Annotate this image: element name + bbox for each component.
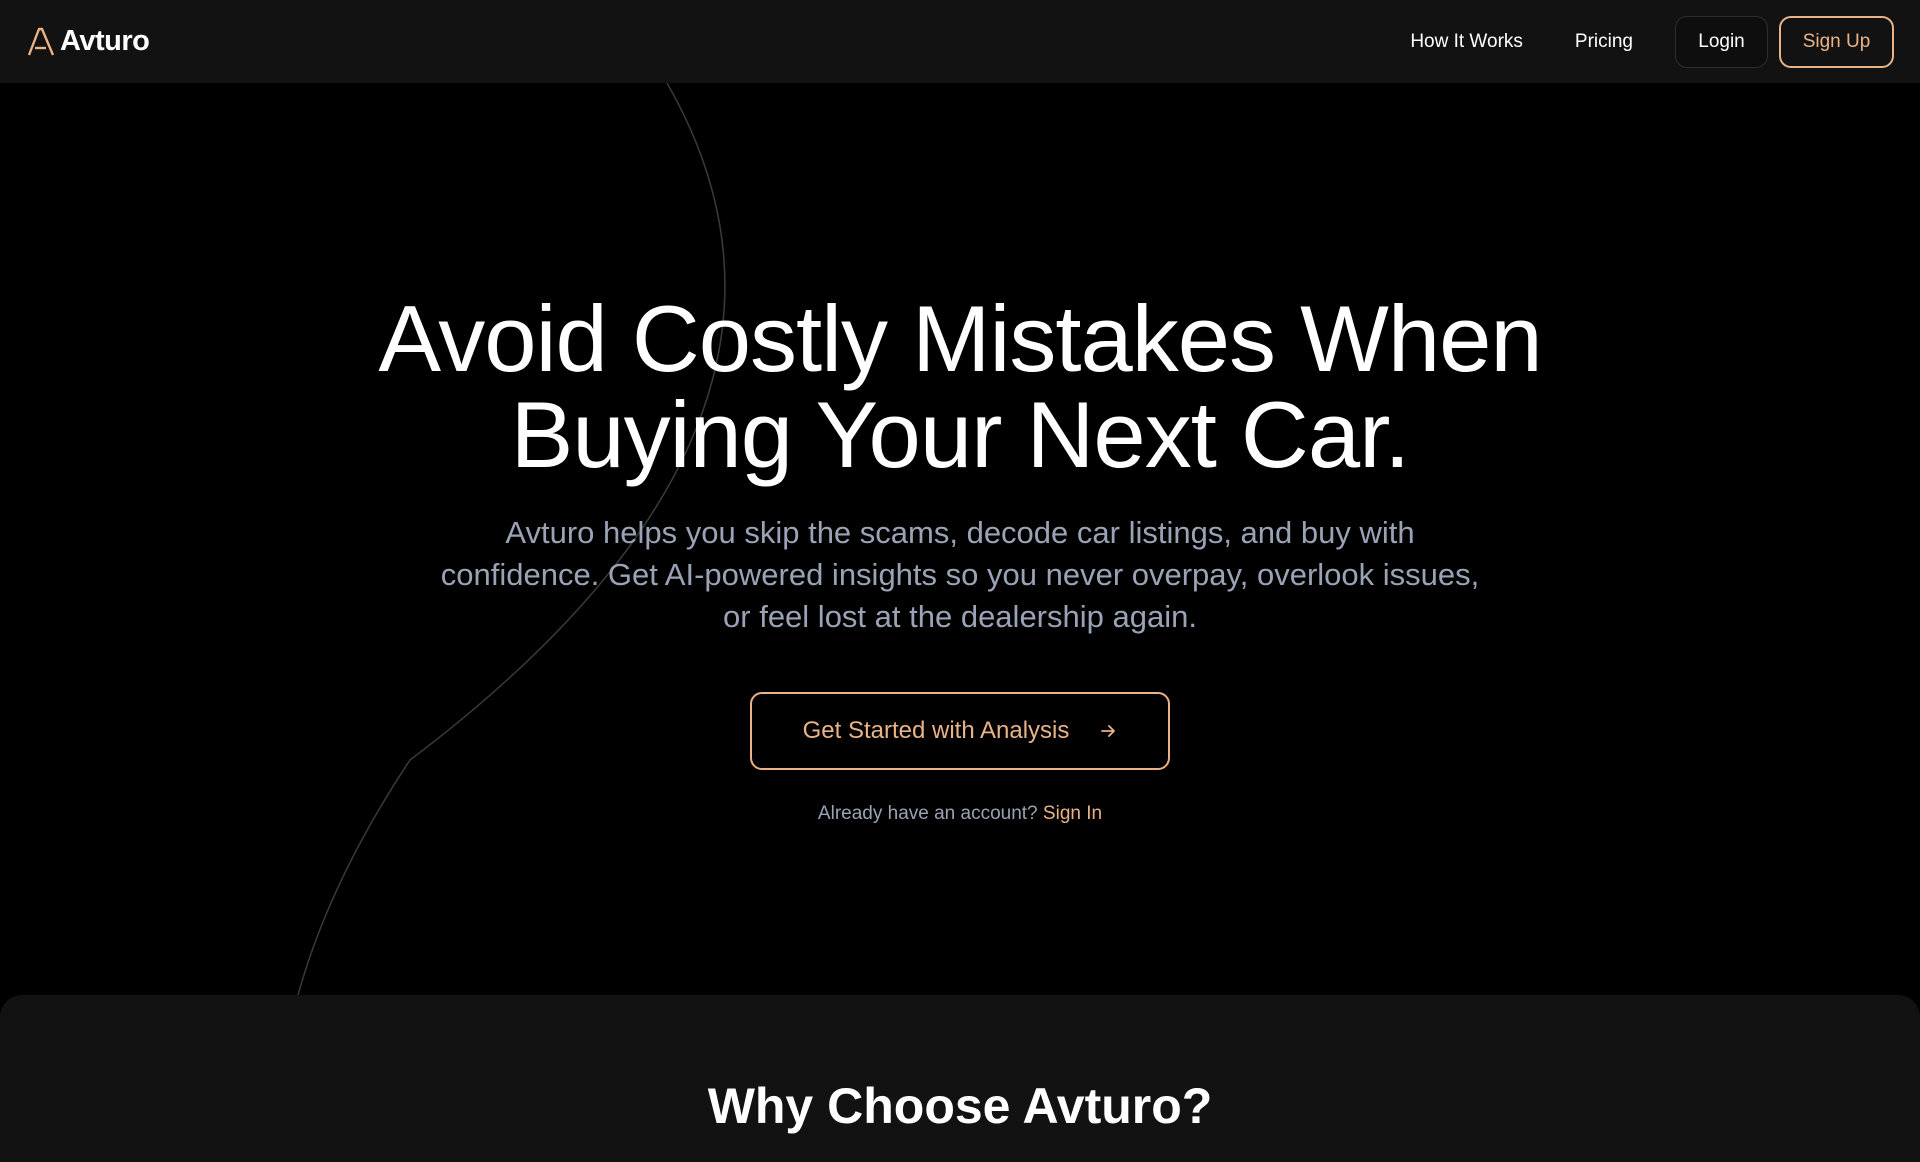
sign-up-button[interactable]: Sign Up <box>1779 15 1894 68</box>
nav-how-it-works[interactable]: How It Works <box>1410 31 1523 53</box>
arrow-right-icon <box>1101 725 1116 737</box>
brand-name: Avturo <box>60 25 150 57</box>
why-choose-section: Why Choose Avturo? <box>0 995 1920 1162</box>
get-started-label: Get Started with Analysis <box>802 717 1070 744</box>
top-navigation-bar: Avturo How It Works Pricing Login Sign U… <box>0 0 1920 83</box>
get-started-button[interactable]: Get Started with Analysis <box>750 692 1170 770</box>
sign-in-link[interactable]: Sign In <box>1043 803 1102 824</box>
why-choose-title: Why Choose Avturo? <box>707 1078 1213 1134</box>
brand-logo-link[interactable]: Avturo <box>26 25 150 58</box>
hero-subtitle: Avturo helps you skip the scams, decode … <box>440 515 1480 634</box>
signin-prompt-text: Already have an account? <box>817 803 1038 824</box>
hero-title-line-1: Avoid Costly Mistakes When <box>378 286 1542 391</box>
signin-prompt-line: Already have an account? Sign In <box>0 803 1920 825</box>
hero-title-line-2: Buying Your Next Car. <box>510 382 1411 487</box>
main-nav: How It Works Pricing Login Sign Up <box>1410 15 1894 68</box>
hero-title: Avoid Costly Mistakes When Buying Your N… <box>0 291 1920 483</box>
avturo-a-logo-icon <box>27 27 55 55</box>
nav-pricing[interactable]: Pricing <box>1575 31 1633 53</box>
hero-section: Avoid Costly Mistakes When Buying Your N… <box>0 83 1920 995</box>
landing-page: Avturo How It Works Pricing Login Sign U… <box>0 0 1920 1162</box>
login-button[interactable]: Login <box>1675 15 1768 68</box>
